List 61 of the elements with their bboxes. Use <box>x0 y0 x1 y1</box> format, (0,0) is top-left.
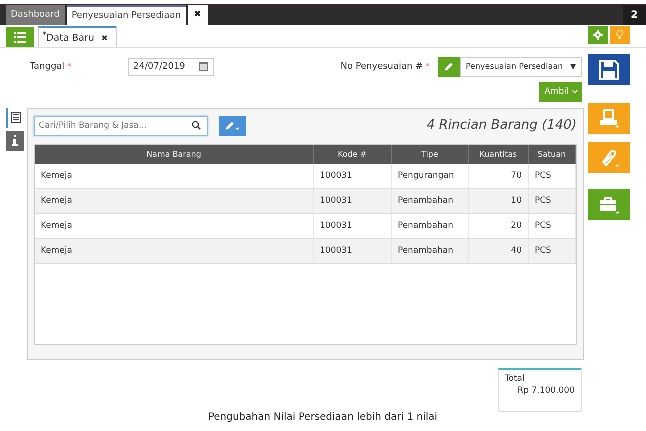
table-cell: 70 <box>469 164 529 188</box>
printer-icon <box>598 108 620 128</box>
number-label: No Penyesuaian # * <box>340 62 430 72</box>
table-cell: 100031 <box>314 238 392 263</box>
table-cell: PCS <box>529 188 576 213</box>
details-tab[interactable] <box>6 108 24 128</box>
table-cell: 100031 <box>314 164 392 188</box>
briefcase-icon <box>598 194 620 214</box>
tools-button[interactable] <box>588 189 630 220</box>
app-tab[interactable]: Dashboard <box>6 5 65 25</box>
info-tab[interactable] <box>6 130 24 151</box>
close-tab-button[interactable]: ✖ <box>188 5 208 25</box>
table-cell: 10 <box>469 188 529 213</box>
table-cell: PCS <box>529 238 576 263</box>
column-header: Tipe <box>392 144 469 164</box>
date-label: Tanggal * <box>30 62 72 72</box>
figure-caption: Pengubahan Nilai Persediaan lebih dari 1 nilai <box>207 412 439 425</box>
column-header: Satuan <box>529 144 576 164</box>
settings-icon <box>593 30 603 40</box>
column-header: Nama Barang <box>35 144 314 164</box>
table-cell: 100031 <box>314 214 392 238</box>
lightbulb-icon <box>616 30 624 40</box>
column-header: Kode # <box>314 144 392 164</box>
table-cell: Pengurangan <box>392 164 469 188</box>
settings-button[interactable] <box>588 26 608 44</box>
table-cell: PCS <box>529 164 576 188</box>
table-cell: 100031 <box>314 188 392 213</box>
table-cell: PCS <box>529 214 576 238</box>
document-icon <box>11 112 21 124</box>
menu-button[interactable] <box>6 27 34 47</box>
table-cell: 20 <box>469 214 529 238</box>
pencil-icon <box>224 120 240 131</box>
search-icon <box>192 121 201 130</box>
details-title: 4 Rincian Barang (140) <box>426 118 577 134</box>
edit-button[interactable] <box>438 56 460 77</box>
column-header: Kuantitas <box>469 144 529 164</box>
edit-dropdown-button[interactable] <box>219 116 246 136</box>
date-field[interactable]: 24/07/2019 <box>128 58 214 76</box>
total-value: Rp 7.100.000 <box>518 386 575 396</box>
app-tab[interactable]: Penyesuaian Persediaan <box>66 5 186 25</box>
table-cell: Kemeja <box>35 188 314 213</box>
list-icon <box>14 32 26 42</box>
tips-button[interactable] <box>610 26 630 44</box>
window-counter-button[interactable]: 2 <box>623 5 646 25</box>
print-button[interactable] <box>588 103 630 134</box>
table-cell: 40 <box>469 238 529 263</box>
pencil-icon <box>444 62 454 72</box>
table-cell: Penambahan <box>392 214 469 238</box>
caret-icon <box>572 90 578 94</box>
save-button[interactable] <box>588 54 630 85</box>
info-icon <box>12 135 18 146</box>
calendar-icon <box>198 62 208 72</box>
document-tab[interactable]: $^{*}$Data Baru ✖ <box>38 26 118 47</box>
table-cell: Kemeja <box>35 164 314 188</box>
attachment-button[interactable] <box>588 142 630 173</box>
total-label: Total <box>505 374 525 384</box>
table-cell: Kemeja <box>35 238 314 263</box>
table-cell: Penambahan <box>392 188 469 213</box>
search-field[interactable]: Cari/Pilih Barang & Jasa... <box>34 116 208 136</box>
table-cell: Penambahan <box>392 238 469 263</box>
table-cell: Kemeja <box>35 214 314 238</box>
